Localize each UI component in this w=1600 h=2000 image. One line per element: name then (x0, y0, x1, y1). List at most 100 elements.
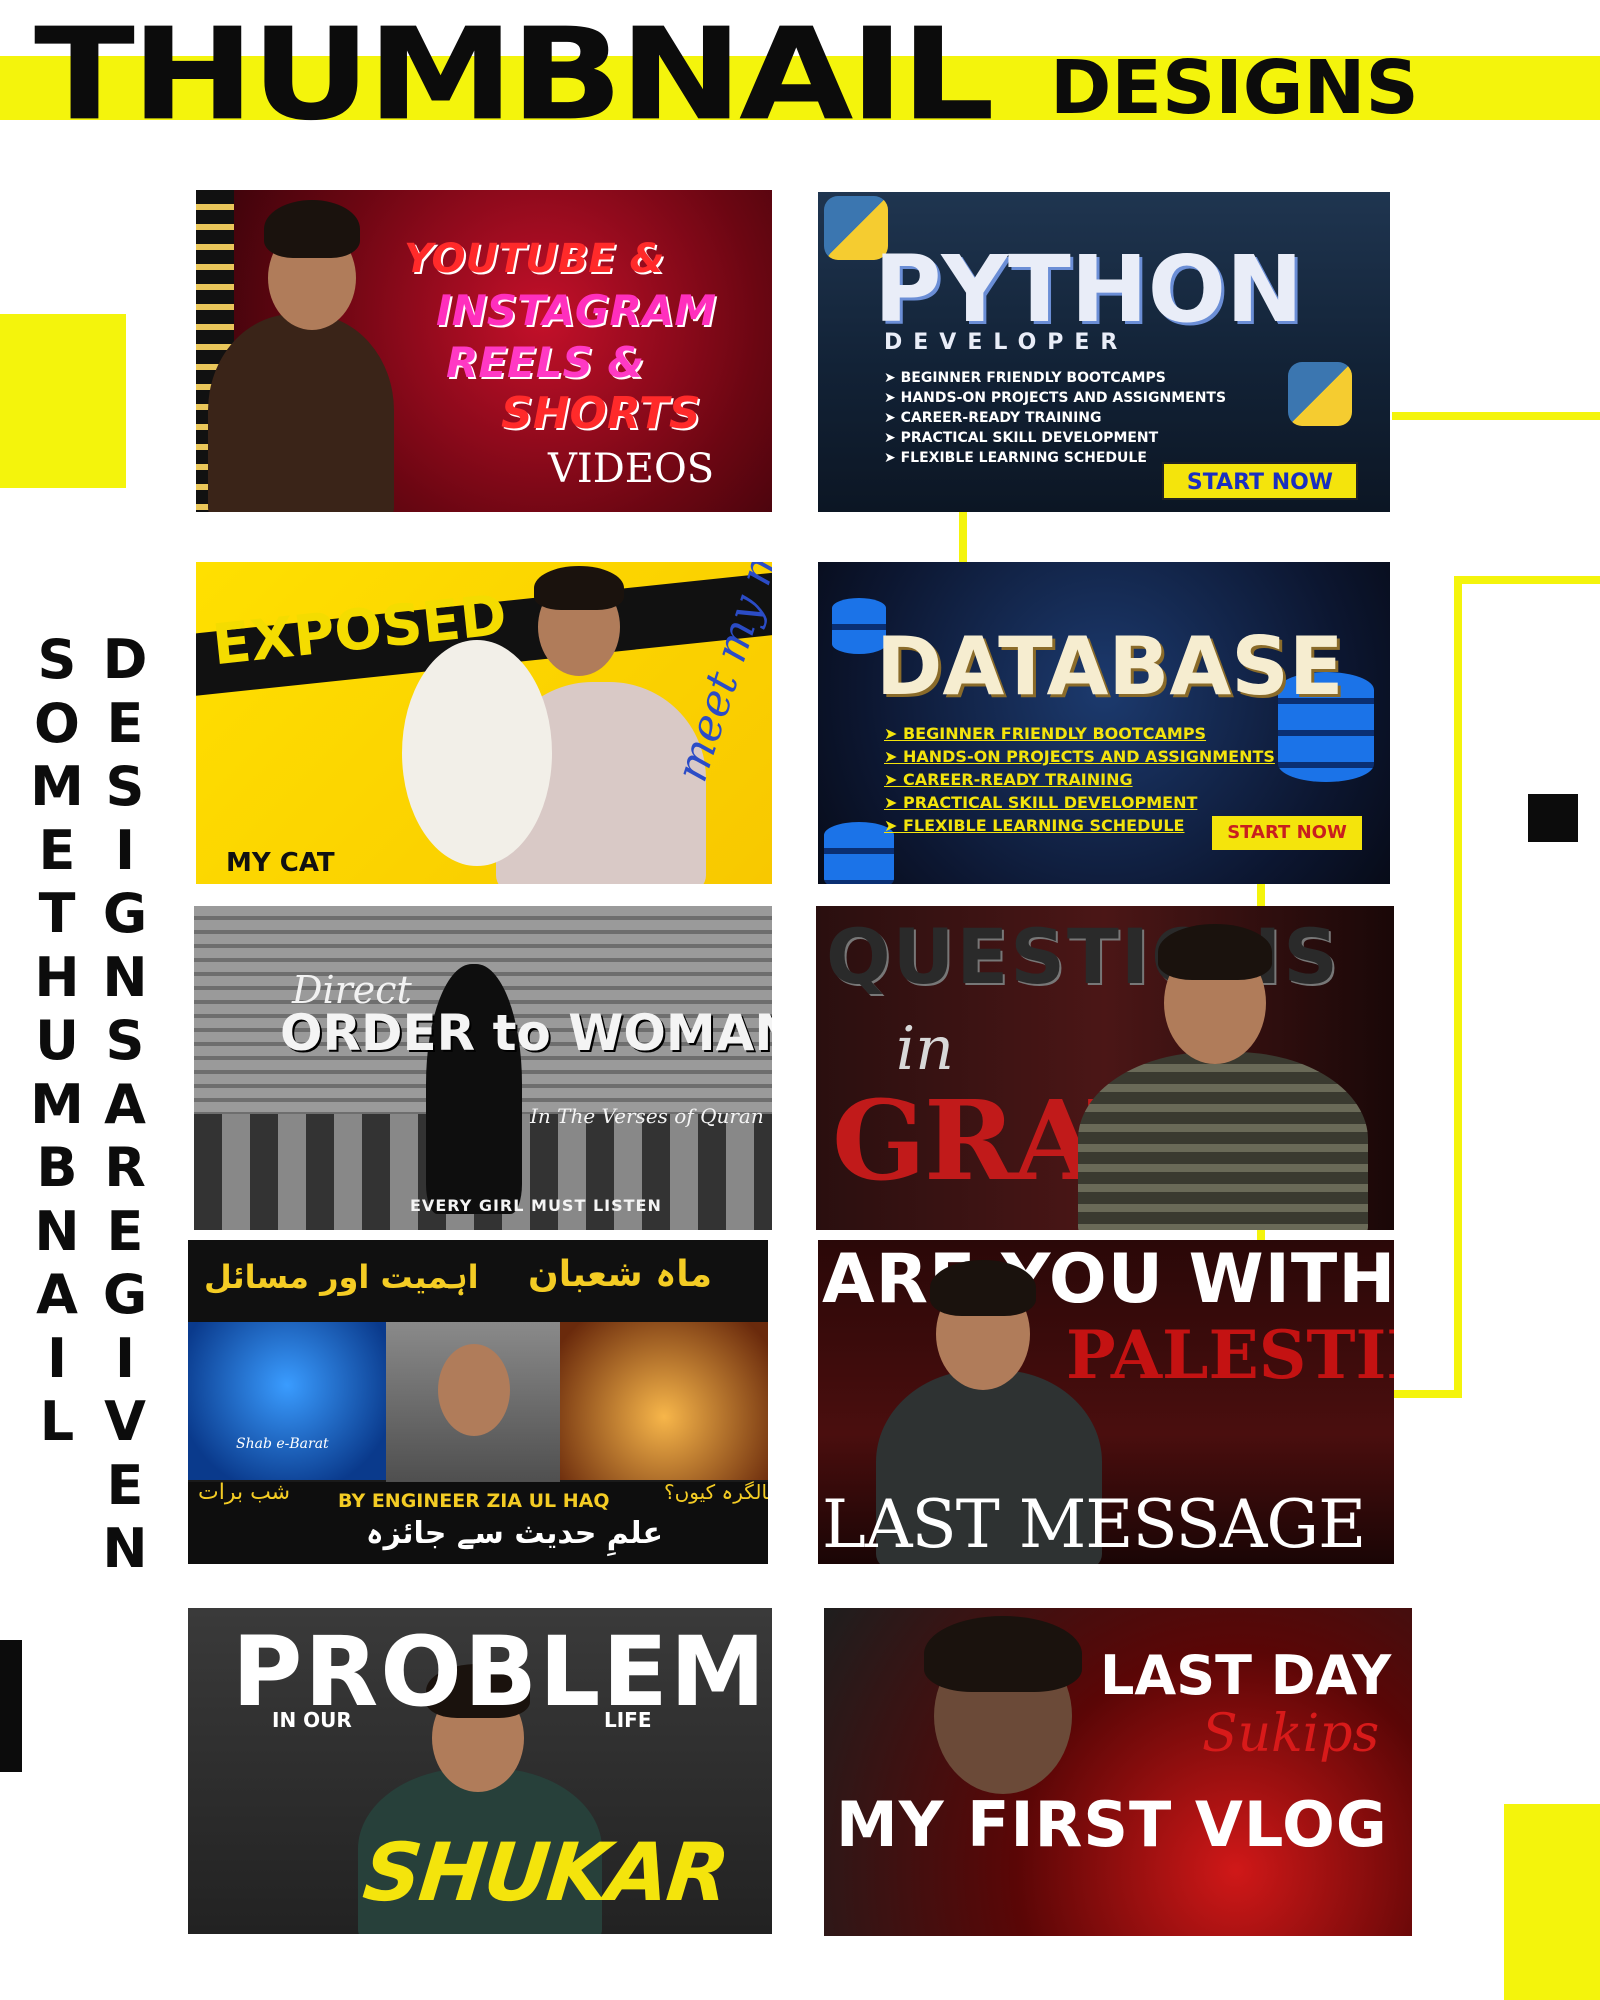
list-item: ➤ CAREER-READY TRAINING (884, 770, 1133, 789)
thumbnail-youtube-instagram[interactable]: YOUTUBE & INSTAGRAM REELS & SHORTS VIDEO… (196, 190, 772, 512)
side-text-letter: M (30, 755, 84, 818)
byline: BY ENGINEER ZIA UL HAQ (338, 1490, 610, 1512)
side-text-letter: O (34, 691, 80, 755)
shab-label: Shab e-Barat (236, 1436, 329, 1452)
list-item: ➤ HANDS-ON PROJECTS AND ASSIGNMENTS (884, 390, 1227, 406)
thumb-line-last-message: LAST MESSAGE (822, 1486, 1366, 1563)
side-text-letter: E (38, 818, 76, 882)
side-text-letter: D (102, 628, 148, 691)
decor-black-square-right (1528, 794, 1578, 842)
thumb-title: ARE YOU WITH (822, 1240, 1394, 1319)
thumb-line-life: LIFE (604, 1708, 652, 1732)
side-text-letter: H (34, 945, 80, 1009)
urdu-title-left: اہمیت اور مسائل (204, 1258, 479, 1296)
thumbnail-shaban[interactable]: اہمیت اور مسائل ماہ شعبان Shab e-Barat ش… (188, 1240, 768, 1564)
page-title: THUMBNAIL (34, 0, 995, 149)
side-text-letter: A (104, 1072, 146, 1136)
thumb-title: DATABASE (876, 620, 1344, 713)
decor-line-v1 (959, 512, 967, 562)
list-item: ➤ HANDS-ON PROJECTS AND ASSIGNMENTS (884, 747, 1275, 766)
side-text-letter: V (104, 1390, 146, 1453)
side-text-letter: A (36, 1263, 78, 1326)
cat-photo (402, 640, 552, 866)
side-text-letter: G (102, 1263, 148, 1326)
start-now-button[interactable]: START NOW (1212, 816, 1362, 850)
woman-silhouette (426, 964, 522, 1214)
list-item: ➤ BEGINNER FRIENDLY BOOTCAMPS (884, 370, 1166, 386)
start-now-button[interactable]: START NOW (1162, 462, 1358, 500)
side-text-letter: I (114, 1326, 136, 1390)
person-hair (930, 1260, 1036, 1316)
side-text-letter: T (38, 882, 76, 945)
thumbnail-palestine[interactable]: ARE YOU WITH PALESTINE LAST MESSAGE (818, 1240, 1394, 1564)
side-text-letter: M (30, 1072, 84, 1136)
list-item: ➤ BEGINNER FRIENDLY BOOTCAMPS (884, 724, 1207, 743)
decor-line-v3 (1257, 884, 1265, 906)
thumb-caption: EVERY GIRL MUST LISTEN (410, 1196, 662, 1215)
thumb-subtitle: In The Verses of Quran (530, 1104, 764, 1128)
side-text-letter: B (36, 1136, 78, 1199)
decor-line-v4 (1257, 1230, 1265, 1240)
urdu-birthday-label: سالگرہ کیوں؟ (664, 1480, 768, 1504)
urdu-shab-label: شب برات (198, 1480, 291, 1505)
side-text-letter: E (106, 691, 144, 755)
side-text-letter: N (102, 945, 148, 1009)
thumbnail-questions-in-grave[interactable]: QUESTIONS in GRAVE (816, 906, 1394, 1230)
side-text-letter: R (104, 1136, 146, 1199)
thumb-caption: MY CAT (226, 848, 335, 878)
person-face (438, 1344, 510, 1436)
thumbnail-direct-order[interactable]: Direct ORDER to WOMAN In The Verses of Q… (194, 906, 772, 1230)
side-text-letter: E (106, 1199, 144, 1263)
side-text-letter: I (46, 1326, 68, 1390)
side-text-some-thumbnail: SOMETHUMBNAIL (26, 628, 88, 1454)
decor-line-h1 (1392, 412, 1600, 420)
thumbnail-python-developer[interactable]: PYTHON DEVELOPER ➤ BEGINNER FRIENDLY BOO… (818, 192, 1390, 512)
mosque-panel (188, 1322, 386, 1480)
thumb-line-reels: REELS & (446, 338, 644, 387)
side-text-letter: N (102, 1517, 148, 1580)
urdu-subtitle: علمِ حدیث سے جائزہ (366, 1516, 664, 1551)
bullet-list: ➤ BEGINNER FRIENDLY BOOTCAMPS ➤ HANDS-ON… (884, 368, 1226, 468)
side-text-letter: U (35, 1009, 79, 1072)
side-text-letter: S (105, 1009, 145, 1072)
decor-line-h3 (1394, 1390, 1462, 1398)
side-text-designs-are-given: DESIGNSAREGIVEN (94, 628, 156, 1581)
person-photo (208, 314, 394, 512)
thumbnail-first-vlog[interactable]: LAST DAY Sukips MY FIRST VLOG (824, 1608, 1412, 1936)
thumb-line-first-vlog: MY FIRST VLOG (836, 1788, 1388, 1861)
person-hair (1158, 924, 1272, 980)
list-item: ➤ PRACTICAL SKILL DEVELOPMENT (884, 793, 1198, 812)
thumb-line-in: in (896, 1014, 954, 1084)
decor-black-bar-left (0, 1640, 22, 1772)
person-hair (924, 1616, 1082, 1692)
thumbnail-exposed-cat[interactable]: EXPOSED MY CAT meet my mau (196, 562, 772, 884)
thumbnail-database[interactable]: DATABASE ➤ BEGINNER FRIENDLY BOOTCAMPS ➤… (818, 562, 1390, 884)
side-text-letter: I (114, 818, 136, 882)
birthday-cake-panel (560, 1322, 768, 1480)
person-photo (1078, 1052, 1368, 1230)
thumb-line-in-our: IN OUR (272, 1708, 352, 1732)
thumb-title: PYTHON (874, 236, 1304, 343)
decor-yellow-block-bottom-right (1504, 1804, 1600, 2000)
thumb-title: ORDER to WOMAN (280, 1004, 772, 1062)
thumb-line-shukar: SHUKAR (359, 1826, 732, 1919)
thumb-subtitle: DEVELOPER (884, 330, 1129, 355)
urdu-title-right: ماہ شعبان (528, 1254, 713, 1295)
decor-yellow-block-left (0, 314, 126, 488)
thumb-line-instagram: INSTAGRAM (436, 286, 717, 335)
side-text-letter: L (39, 1390, 75, 1453)
thumb-title: LAST DAY (1100, 1644, 1392, 1707)
side-text-letter: N (34, 1199, 80, 1263)
side-text-letter: G (102, 882, 148, 945)
thumb-script-text: Sukips (1202, 1704, 1380, 1764)
list-item: ➤ PRACTICAL SKILL DEVELOPMENT (884, 430, 1159, 446)
decor-line-h2 (1454, 576, 1600, 584)
side-text-letter: E (106, 1453, 144, 1517)
thumb-line-youtube: YOUTUBE & (404, 236, 665, 282)
list-item: ➤ CAREER-READY TRAINING (884, 410, 1102, 426)
person-hair (534, 566, 624, 610)
person-hair (264, 200, 360, 258)
side-text-letter: S (105, 755, 145, 818)
side-text-letter: S (37, 628, 77, 691)
thumbnail-problem-shukar[interactable]: PROBLEM IN OUR LIFE SHUKAR (188, 1608, 772, 1934)
